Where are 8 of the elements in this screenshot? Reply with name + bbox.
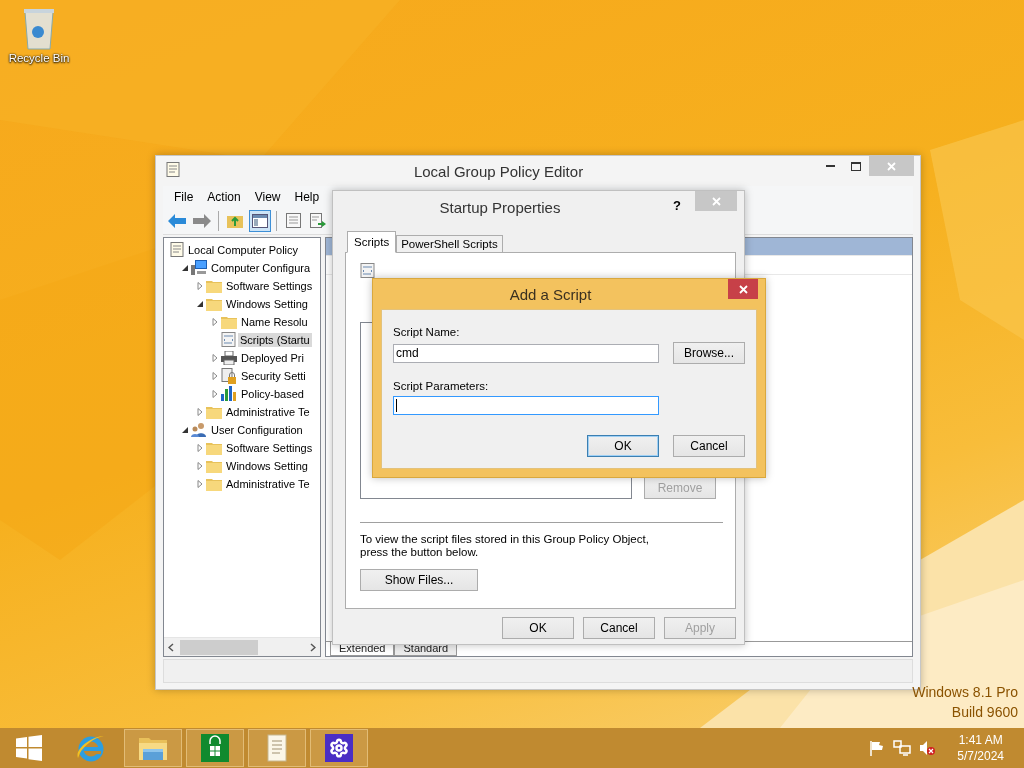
build-text: Build 9600: [951, 704, 1018, 720]
edition-text: Windows 8.1 Pro: [912, 684, 1018, 700]
dialog-title: Add a Script: [509, 285, 592, 303]
field-label: Script Name:: [393, 326, 461, 338]
window-title: Local Group Policy Editor: [413, 162, 584, 180]
field-label: Script Parameters:: [393, 380, 490, 392]
dialog-title: Startup Properties: [439, 198, 561, 216]
info-text: To view the script files stored in this Group Policy Object, press the button below.: [360, 533, 650, 559]
